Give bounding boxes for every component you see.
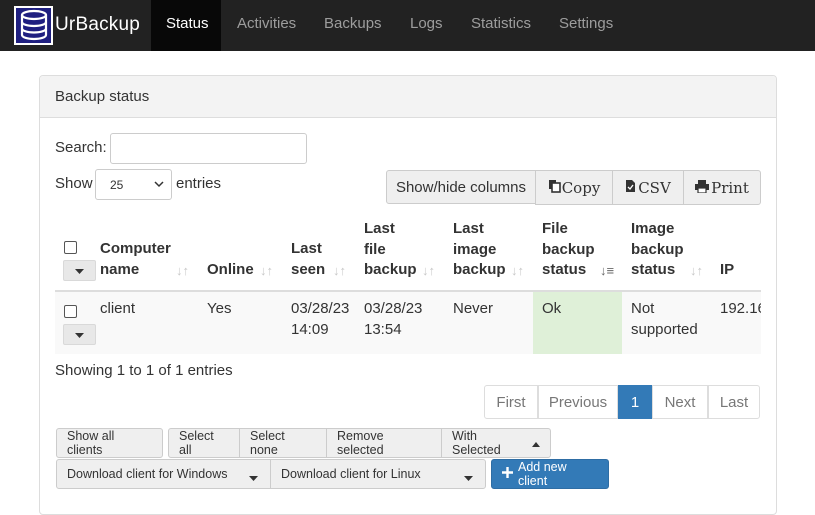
cell-ip: 192.16 — [720, 300, 761, 317]
navbar: UrBackup Status Activities Backups Logs … — [0, 0, 815, 51]
download-linux-label: Download client for Linux — [281, 467, 421, 481]
sort-desc-icon[interactable]: ↓≡ — [600, 263, 614, 278]
cell-last-seen: 03/28/23 14:09 — [291, 300, 350, 338]
show-label: Show — [55, 175, 93, 192]
cell-computer-name[interactable]: client — [100, 299, 135, 320]
panel-title: Backup status — [40, 76, 776, 118]
header-ip[interactable]: IP — [720, 260, 734, 281]
print-button[interactable]: Print — [683, 170, 761, 205]
pagination-next[interactable]: Next — [652, 385, 708, 419]
printer-icon — [695, 179, 710, 197]
brand[interactable]: UrBackup — [14, 5, 140, 45]
copy-button[interactable]: Copy — [535, 170, 613, 205]
header-last-seen[interactable]: Last seen — [291, 239, 325, 280]
select-all-button[interactable]: Select all — [168, 428, 240, 458]
select-none-button[interactable]: Select none — [239, 428, 327, 458]
cell-last-file-backup: 03/28/23 13:54 — [364, 300, 423, 338]
chevron-down-icon — [153, 178, 165, 193]
pagination-first[interactable]: First — [484, 385, 538, 419]
header-computer-name[interactable]: Computer name — [100, 239, 171, 280]
caret-down-icon — [464, 471, 473, 485]
select-all-checkbox[interactable] — [64, 241, 77, 254]
header-last-image-backup[interactable]: Last image backup — [453, 219, 506, 281]
sort-icon[interactable]: ↓↑ — [176, 263, 189, 278]
database-logo-icon — [14, 5, 53, 45]
row-checkbox[interactable] — [64, 305, 77, 318]
cell-online: Yes — [207, 300, 232, 317]
add-new-client-button[interactable]: Add new client — [491, 459, 609, 489]
entries-select-value: 25 — [110, 178, 124, 192]
remove-selected-button[interactable]: Remove selected — [326, 428, 442, 458]
csv-button[interactable]: CSV — [612, 170, 684, 205]
entries-label: entries — [176, 175, 222, 192]
show-all-clients-button[interactable]: Show all clients — [56, 428, 163, 458]
show-hide-columns-button[interactable]: Show/hide columns — [386, 170, 536, 204]
row-dropdown-button[interactable] — [63, 324, 96, 345]
header-online[interactable]: Online — [207, 260, 254, 281]
copy-icon — [548, 179, 561, 197]
tab-status[interactable]: Status — [151, 0, 221, 51]
header-dropdown-button[interactable] — [63, 260, 96, 281]
file-icon — [625, 179, 636, 197]
cell-file-backup-status: Ok — [542, 300, 562, 317]
print-label: Print — [711, 178, 749, 197]
pagination-page-1[interactable]: 1 — [618, 385, 652, 419]
download-linux-button[interactable]: Download client for Linux — [270, 459, 486, 489]
header-file-backup-status[interactable]: File backup status — [542, 219, 595, 281]
caret-up-icon — [532, 436, 540, 450]
sort-icon[interactable]: ↓↑ — [690, 263, 703, 278]
download-windows-label: Download client for Windows — [67, 467, 228, 481]
tab-statistics[interactable]: Statistics — [456, 0, 546, 51]
csv-label: CSV — [638, 178, 671, 197]
add-new-client-label: Add new client — [518, 460, 567, 488]
header-image-backup-status[interactable]: Image backup status — [631, 219, 684, 281]
search-label: Search: — [55, 139, 107, 156]
sort-icon[interactable]: ↓↑ — [333, 263, 346, 278]
plus-icon — [502, 467, 513, 481]
tab-activities[interactable]: Activities — [222, 0, 311, 51]
entries-select[interactable]: 25 — [95, 169, 172, 200]
with-selected-button[interactable]: With Selected — [441, 428, 551, 458]
tab-settings[interactable]: Settings — [544, 0, 628, 51]
brand-name: UrBackup — [55, 14, 141, 35]
sort-icon[interactable]: ↓↑ — [422, 263, 435, 278]
cell-image-backup-status: Not supported — [631, 300, 698, 338]
sort-icon[interactable]: ↓↑ — [260, 263, 273, 278]
download-windows-button[interactable]: Download client for Windows — [56, 459, 271, 489]
tab-logs[interactable]: Logs — [395, 0, 458, 51]
cell-last-image-backup: Never — [453, 300, 494, 317]
caret-down-icon — [75, 262, 84, 279]
caret-down-icon — [249, 471, 258, 485]
pagination-last[interactable]: Last — [708, 385, 760, 419]
copy-label: Copy — [561, 178, 601, 197]
tab-backups[interactable]: Backups — [309, 0, 397, 51]
caret-down-icon — [75, 326, 84, 343]
sort-icon[interactable]: ↓↑ — [511, 263, 524, 278]
with-selected-label: With Selected — [452, 429, 501, 457]
table-info: Showing 1 to 1 of 1 entries — [55, 362, 233, 379]
search-input[interactable] — [110, 133, 307, 164]
header-last-file-backup[interactable]: Last file backup — [364, 219, 417, 281]
pagination-previous[interactable]: Previous — [538, 385, 618, 419]
